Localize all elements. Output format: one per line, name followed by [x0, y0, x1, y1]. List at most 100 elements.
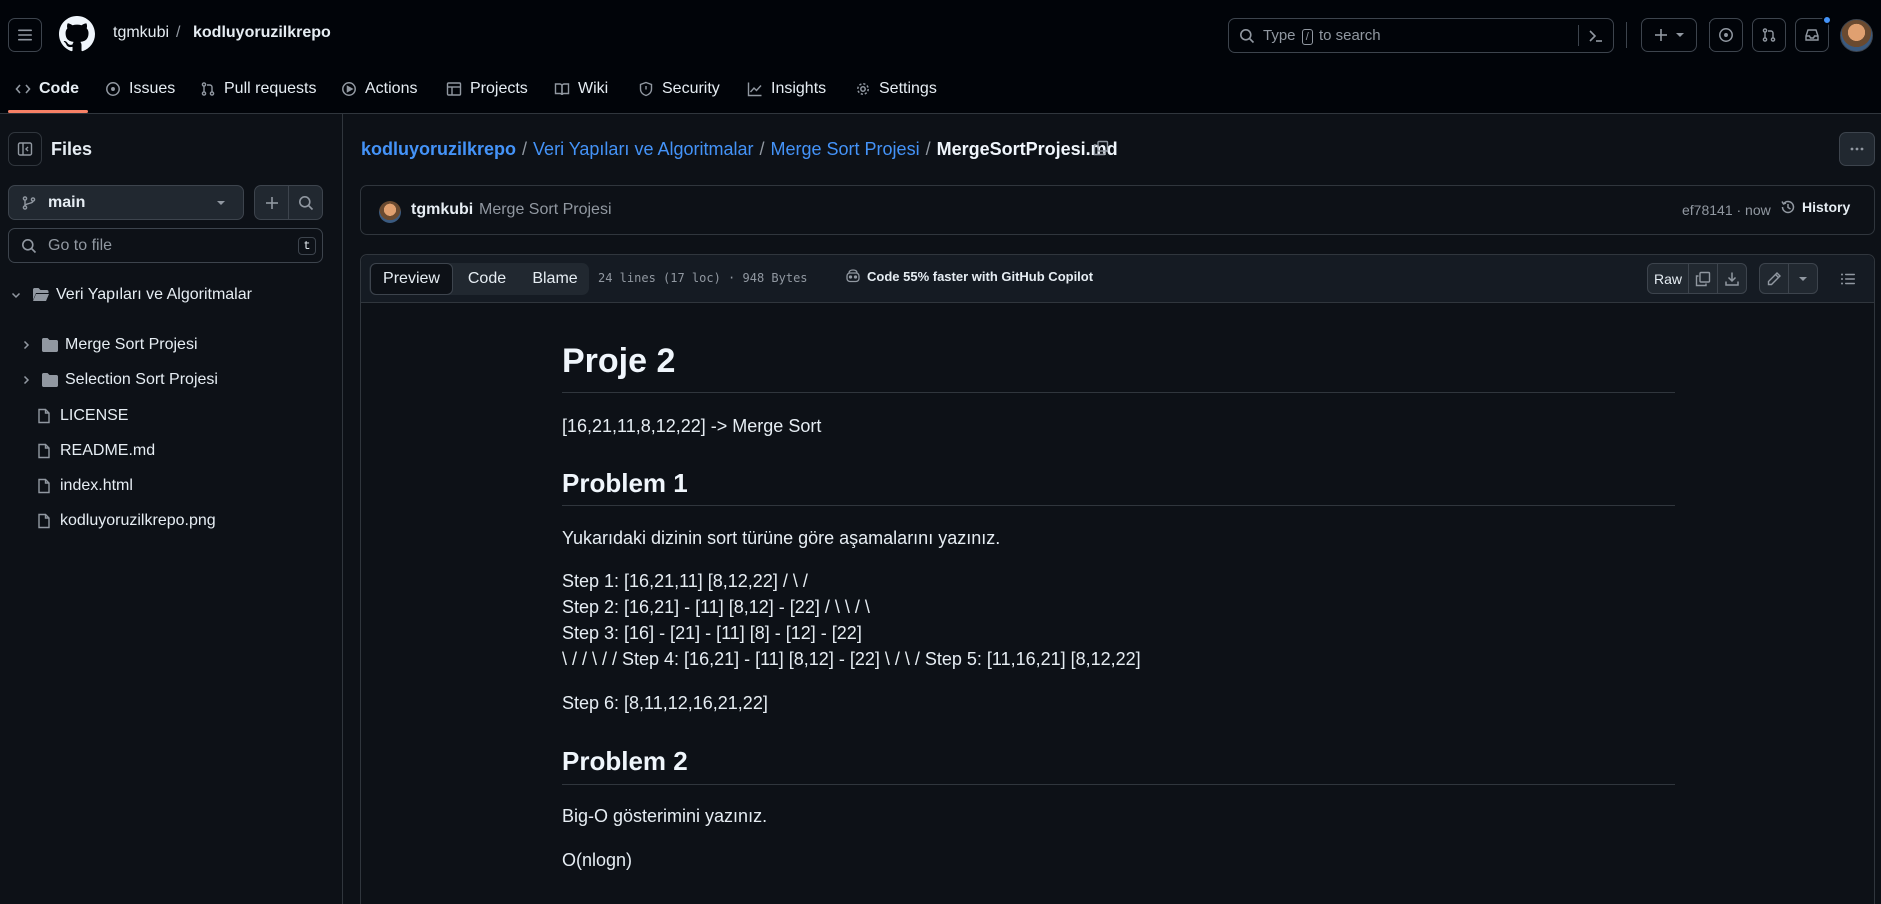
breadcrumb: kodluyoruzilkrepo / Veri Yapıları ve Algor…: [361, 139, 1118, 159]
copilot-icon: [846, 269, 860, 283]
branch-selector[interactable]: main: [8, 185, 244, 220]
command-palette-icon[interactable]: [1588, 28, 1604, 44]
markdown-h1: Proje 2: [562, 342, 676, 380]
files-title: Files: [51, 139, 93, 159]
tab-code-view[interactable]: Code: [457, 263, 517, 295]
step-line: Step 3: [16] - [21] - [11] [8] - [12] - …: [562, 623, 862, 643]
folder-icon: [42, 373, 58, 387]
step-line: Step 1: [16,21,11] [8,12,22] / \ /: [562, 571, 808, 591]
tree-file-png[interactable]: kodluyoruzilkrepo.png: [0, 506, 216, 536]
hamburger-icon: [18, 29, 32, 41]
problem-2-heading: Problem 2: [562, 746, 688, 776]
copilot-promo[interactable]: Code 55% faster with GitHub Copilot: [845, 268, 1093, 284]
commit-message[interactable]: Merge Sort Projesi: [479, 201, 612, 219]
h1-divider: [562, 392, 1675, 393]
copy-raw-button[interactable]: [1688, 263, 1718, 294]
tree-folder-selection-sort[interactable]: Selection Sort Projesi: [0, 365, 218, 395]
tab-settings[interactable]: Settings: [855, 78, 937, 100]
outline-button[interactable]: [1831, 263, 1865, 294]
create-new-button[interactable]: [1641, 18, 1697, 52]
search-files-button[interactable]: [288, 185, 323, 220]
file-icon: [38, 478, 50, 494]
inbox-icon: [1805, 29, 1819, 41]
tab-insights[interactable]: Insights: [747, 78, 826, 100]
tab-blame[interactable]: Blame: [521, 263, 589, 295]
search-shortcut-key: /: [1301, 29, 1313, 45]
chevron-down-icon: [217, 201, 225, 205]
tab-issues[interactable]: Issues: [105, 78, 175, 100]
tree-file-readme[interactable]: README.md: [0, 436, 155, 466]
kebab-horizontal-icon: [1850, 147, 1864, 151]
menu-button[interactable]: [8, 18, 42, 52]
step-line: Step 2: [16,21] - [11] [8,12] - [22] / \…: [562, 597, 870, 617]
tree-folder-merge-sort[interactable]: Merge Sort Projesi: [0, 330, 198, 360]
file-icon: [38, 513, 50, 529]
sidebar-collapse-icon: [17, 142, 33, 156]
collapse-sidebar-button[interactable]: [8, 132, 42, 166]
history-icon: [1781, 200, 1795, 214]
tree-file-index-html[interactable]: index.html: [0, 471, 133, 501]
commit-author-avatar[interactable]: [379, 201, 401, 223]
global-header: tgmkubi / kodluyoruzilkrepo Type / to se…: [0, 0, 1881, 114]
shield-icon: [639, 81, 653, 97]
copy-icon: [1695, 271, 1711, 286]
latest-commit-bar: tgmkubi Merge Sort Projesi ef78141 · now…: [360, 185, 1875, 235]
chevron-right-icon: [23, 340, 30, 350]
tab-wiki[interactable]: Wiki: [554, 78, 608, 100]
folder-icon: [42, 338, 58, 352]
add-file-button[interactable]: [254, 185, 289, 220]
github-logo[interactable]: [59, 16, 95, 52]
chevron-down-icon: [1799, 276, 1807, 281]
graph-icon: [747, 82, 762, 97]
active-tab-indicator: [8, 110, 88, 113]
branch-icon: [22, 196, 36, 210]
tab-pull-requests[interactable]: Pull requests: [200, 78, 317, 100]
more-options-button[interactable]: [1839, 132, 1875, 166]
folder-open-icon: [33, 288, 49, 301]
pull-requests-button[interactable]: [1752, 18, 1786, 52]
step-6-text: Step 6: [8,11,12,16,21,22]: [562, 693, 768, 713]
search-icon: [298, 195, 313, 210]
tab-actions[interactable]: Actions: [341, 78, 417, 100]
history-button[interactable]: History: [1780, 199, 1850, 215]
repo-link[interactable]: kodluyoruzilkrepo: [193, 24, 331, 42]
tree-file-license[interactable]: LICENSE: [0, 401, 128, 431]
tab-preview[interactable]: Preview: [370, 263, 453, 295]
tab-projects[interactable]: Projects: [446, 78, 528, 100]
breadcrumb-subfolder-link[interactable]: Merge Sort Projesi: [771, 139, 920, 159]
problem-1-heading: Problem 1: [562, 468, 688, 498]
go-to-file-shortcut-key: t: [298, 237, 316, 255]
branch-name: main: [48, 194, 86, 211]
search-input[interactable]: Type / to search: [1228, 18, 1614, 53]
commit-sha-time[interactable]: ef78141 · now: [1682, 202, 1771, 218]
file-icon: [38, 408, 50, 424]
file-meta: 24 lines (17 loc) · 948 Bytes: [598, 271, 808, 285]
tree-folder-veri-yapilari[interactable]: Veri Yapıları ve Algoritmalar: [0, 280, 252, 310]
search-placeholder: Type / to search: [1263, 27, 1381, 45]
raw-button[interactable]: Raw: [1647, 263, 1689, 294]
search-icon: [1240, 29, 1255, 44]
edit-options-dropdown[interactable]: [1788, 263, 1818, 294]
edit-file-button[interactable]: [1759, 263, 1789, 294]
file-tree-sidebar: Files main Go to file t Veri Yapıları ve…: [0, 114, 343, 904]
go-to-file-input[interactable]: Go to file t: [8, 228, 323, 263]
commit-author[interactable]: tgmkubi: [411, 201, 473, 219]
gear-icon: [857, 83, 869, 95]
owner-link[interactable]: tgmkubi: [113, 24, 169, 42]
h2-divider: [562, 505, 1675, 506]
breadcrumb-folder-link[interactable]: Veri Yapıları ve Algoritmalar: [533, 139, 753, 159]
answer-text: O(nlogn): [562, 850, 633, 870]
chevron-down-icon: [11, 292, 21, 299]
tab-security[interactable]: Security: [638, 78, 720, 100]
download-button[interactable]: [1717, 263, 1747, 294]
copy-path-icon[interactable]: [1093, 140, 1109, 156]
search-icon: [22, 239, 37, 254]
chevron-right-icon: [23, 375, 30, 385]
git-pull-request-icon: [1762, 28, 1776, 42]
avatar[interactable]: [1840, 19, 1873, 52]
tab-code[interactable]: Code: [15, 78, 79, 100]
breadcrumb-repo-link[interactable]: kodluyoruzilkrepo: [361, 139, 516, 159]
book-icon: [554, 83, 570, 96]
plus-icon: [1655, 29, 1667, 41]
issues-button[interactable]: [1709, 18, 1743, 52]
